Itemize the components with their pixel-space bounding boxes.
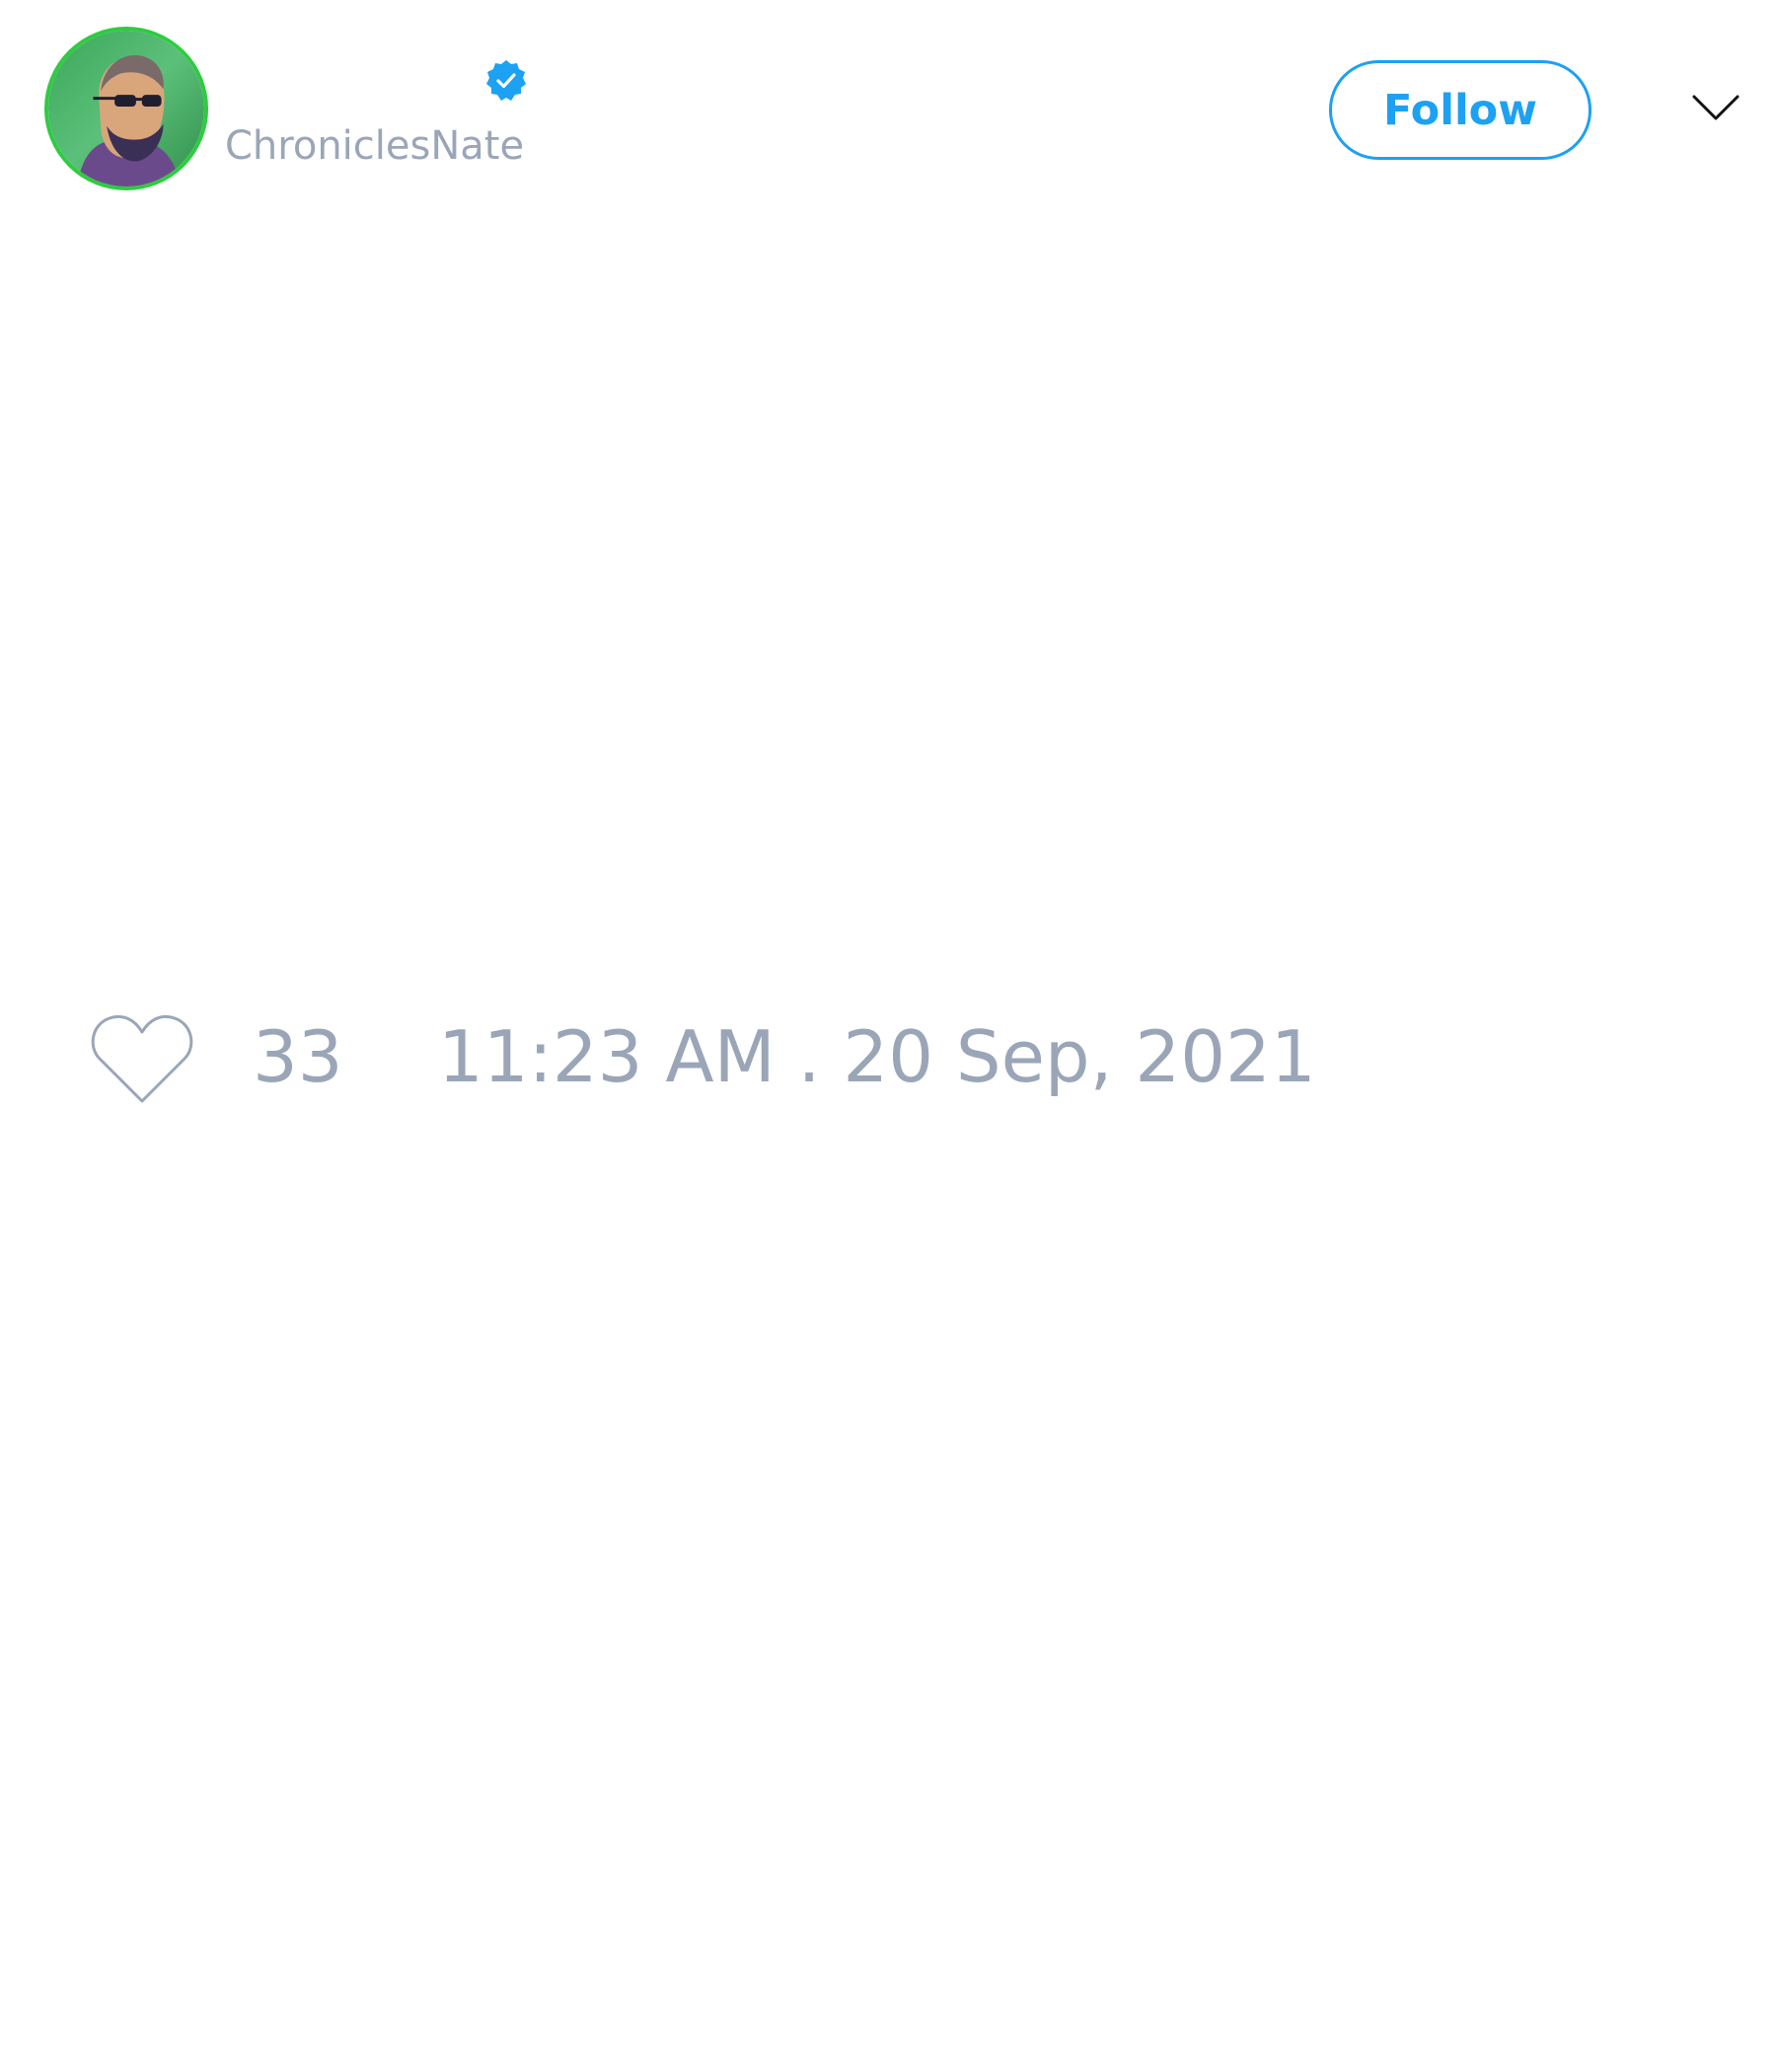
verified-badge-icon	[483, 58, 529, 104]
tweet-header: ChroniclesNate Follow	[0, 0, 1776, 217]
avatar[interactable]	[44, 27, 208, 190]
like-count: 33	[253, 1015, 343, 1098]
tweet-embed: ChroniclesNate Follow 33 11:23 AM . 20 S…	[0, 0, 1776, 2072]
heart-outline-icon[interactable]	[90, 1012, 194, 1105]
chevron-down-icon[interactable]	[1691, 91, 1740, 124]
user-handle[interactable]: ChroniclesNate	[225, 126, 524, 166]
follow-button[interactable]: Follow	[1329, 60, 1591, 160]
tweet-timestamp[interactable]: 11:23 AM . 20 Sep, 2021	[438, 1021, 1316, 1092]
tweet-footer: 33 11:23 AM . 20 Sep, 2021	[0, 1006, 1776, 1135]
avatar-image	[48, 31, 204, 186]
